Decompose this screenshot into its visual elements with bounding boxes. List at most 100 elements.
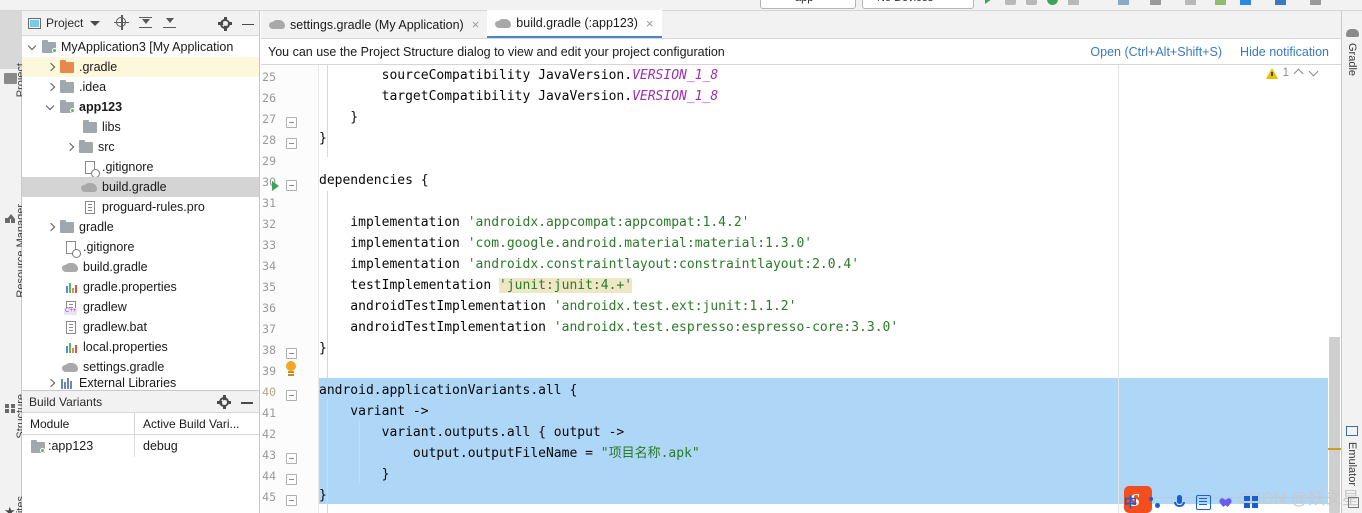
tree-item-gradlew-bat[interactable]: gradlew.bat <box>22 317 259 337</box>
expand-all-icon[interactable] <box>139 16 153 30</box>
fold-marker[interactable] <box>286 138 297 149</box>
search-icon[interactable] <box>1150 0 1161 5</box>
project-icon <box>4 73 17 84</box>
ime-chinese-icon[interactable]: 中 <box>1124 495 1139 510</box>
hide-notification-link[interactable]: Hide notification <box>1240 45 1329 59</box>
chevron-right-icon[interactable] <box>45 221 58 234</box>
sidebar-tab-structure[interactable]: Structure <box>0 331 27 439</box>
gradle-elephant-icon <box>269 17 285 32</box>
close-icon[interactable]: × <box>646 17 654 30</box>
tree-item-root-build-gradle[interactable]: build.gradle <box>22 257 259 277</box>
editor-text-area[interactable]: sourceCompatibility JavaVersion.VERSION_… <box>319 65 1341 513</box>
sdk-icon[interactable] <box>1118 0 1129 5</box>
sync-icon[interactable] <box>1047 0 1058 5</box>
column-header-module[interactable]: Module <box>22 413 135 434</box>
line-number: 34 <box>262 259 276 273</box>
profile-icon[interactable] <box>1026 0 1037 5</box>
chevron-down-icon[interactable] <box>27 41 40 54</box>
keyboard-icon[interactable] <box>1196 494 1211 510</box>
chevron-right-icon[interactable] <box>64 141 77 154</box>
locate-icon[interactable] <box>114 15 130 30</box>
chevron-right-icon[interactable] <box>45 81 58 94</box>
update-icon[interactable] <box>1240 0 1251 5</box>
chevron-down-icon[interactable] <box>88 16 102 30</box>
build-variant-module-cell[interactable]: :app123 <box>22 435 135 457</box>
gear-icon[interactable] <box>217 395 231 409</box>
editor-vertical-scrollbar[interactable] <box>1328 65 1341 513</box>
sidebar-tab-emulator-label: Emulator <box>1346 442 1358 487</box>
table-row[interactable]: :app123 debug <box>22 435 259 457</box>
panel-icon[interactable] <box>1244 495 1259 510</box>
chevron-down-icon[interactable] <box>1309 68 1319 78</box>
tree-item-settings-gradle[interactable]: settings.gradle <box>22 357 259 377</box>
tree-item-proguard-rules[interactable]: proguard-rules.pro <box>22 197 259 217</box>
fold-marker[interactable] <box>286 348 297 359</box>
line-number: 39 <box>262 364 276 378</box>
tree-item-myapplication3[interactable]: MyApplication3 [My Application <box>22 37 259 57</box>
avd-icon[interactable] <box>1068 0 1079 5</box>
right-tool-window-bar: Gradle Emulator <box>1341 11 1362 513</box>
code-editor[interactable]: 25 26 27 28 29 30 31 32 33 34 35 36 37 3… <box>261 65 1341 513</box>
build-variants-title: Build Variants <box>29 394 103 409</box>
gradle-elephant-icon <box>81 179 98 195</box>
tree-item-app123[interactable]: app123 <box>22 97 259 117</box>
help-icon[interactable] <box>1310 0 1321 5</box>
fold-marker[interactable] <box>286 474 297 485</box>
chevron-right-icon[interactable] <box>45 61 58 74</box>
fold-marker[interactable] <box>286 117 297 128</box>
chevron-down-icon[interactable] <box>45 101 58 114</box>
vcs-icon[interactable] <box>1215 0 1226 5</box>
tree-item-gradle-dir[interactable]: .gradle <box>22 57 259 77</box>
module-folder-icon <box>41 39 57 55</box>
tree-item-gradlew[interactable]: C++ gradlew <box>22 297 259 317</box>
tab-settings-gradle[interactable]: settings.gradle (My Application) × <box>261 11 487 38</box>
open-project-structure-link[interactable]: Open (Ctrl+Alt+Shift+S) <box>1090 45 1222 59</box>
layout-icon[interactable] <box>1185 0 1196 5</box>
collapse-all-icon[interactable] <box>163 16 177 30</box>
right-margin-guide <box>1118 65 1119 513</box>
sidebar-tab-favorites[interactable]: Favorites <box>0 435 27 513</box>
tree-item-gradle-folder[interactable]: gradle <box>22 217 259 237</box>
code-line-42: variant.outputs.all { output -> <box>319 425 625 440</box>
column-header-active-build-variant[interactable]: Active Build Vari... <box>135 413 259 434</box>
tree-item-label: local.properties <box>83 340 168 354</box>
tree-item-app-build-gradle[interactable]: build.gradle <box>22 177 259 197</box>
minimize-icon[interactable] <box>241 17 255 31</box>
minimize-icon[interactable] <box>240 395 254 409</box>
tree-item-external-libraries[interactable]: External Libraries <box>22 377 259 389</box>
sidebar-tab-resource-manager[interactable]: Resource Manager <box>0 91 27 298</box>
microphone-icon[interactable] <box>1172 494 1187 510</box>
tab-build-gradle[interactable]: build.gradle (:app123) × <box>487 10 662 38</box>
chevron-right-icon[interactable] <box>45 377 58 389</box>
tree-item-gradle-properties[interactable]: gradle.properties <box>22 277 259 297</box>
close-icon[interactable]: × <box>472 18 480 31</box>
debug-icon[interactable] <box>1005 0 1016 5</box>
fold-marker[interactable] <box>286 390 297 401</box>
fold-marker[interactable] <box>286 453 297 464</box>
run-gutter-icon[interactable] <box>272 181 279 191</box>
tree-item-src[interactable]: src <box>22 137 259 157</box>
gear-icon[interactable] <box>218 16 232 31</box>
intention-bulb-icon[interactable] <box>285 361 297 376</box>
window-icon[interactable] <box>1348 497 1359 508</box>
tree-item-root-gitignore[interactable]: .gitignore <box>22 237 259 258</box>
inspection-status[interactable]: 1 <box>1265 67 1319 79</box>
tree-item-app-gitignore[interactable]: .gitignore <box>22 157 259 178</box>
editor-gutter[interactable]: 25 26 27 28 29 30 31 32 33 34 35 36 37 3… <box>261 65 318 513</box>
fold-marker[interactable] <box>286 180 297 191</box>
chevron-up-icon[interactable] <box>1294 68 1304 78</box>
tree-item-local-properties[interactable]: local.properties <box>22 337 259 357</box>
build-variant-value-cell[interactable]: debug <box>135 435 259 457</box>
tree-item-idea[interactable]: .idea <box>22 77 259 97</box>
punctuation-icon[interactable] <box>1148 495 1163 510</box>
run-icon[interactable] <box>985 0 992 4</box>
fold-marker[interactable] <box>286 495 297 506</box>
tree-item-libs[interactable]: libs <box>22 117 259 137</box>
settings-icon[interactable] <box>1275 0 1286 5</box>
sidebar-tab-gradle[interactable]: Gradle <box>1342 41 1362 93</box>
heart-icon[interactable] <box>1218 495 1235 510</box>
warning-marker[interactable] <box>1328 448 1341 450</box>
sidebar-tab-project[interactable]: Project <box>0 11 27 97</box>
project-tree[interactable]: MyApplication3 [My Application .gradle .… <box>22 37 259 390</box>
code-line-41: variant -> <box>319 404 429 419</box>
